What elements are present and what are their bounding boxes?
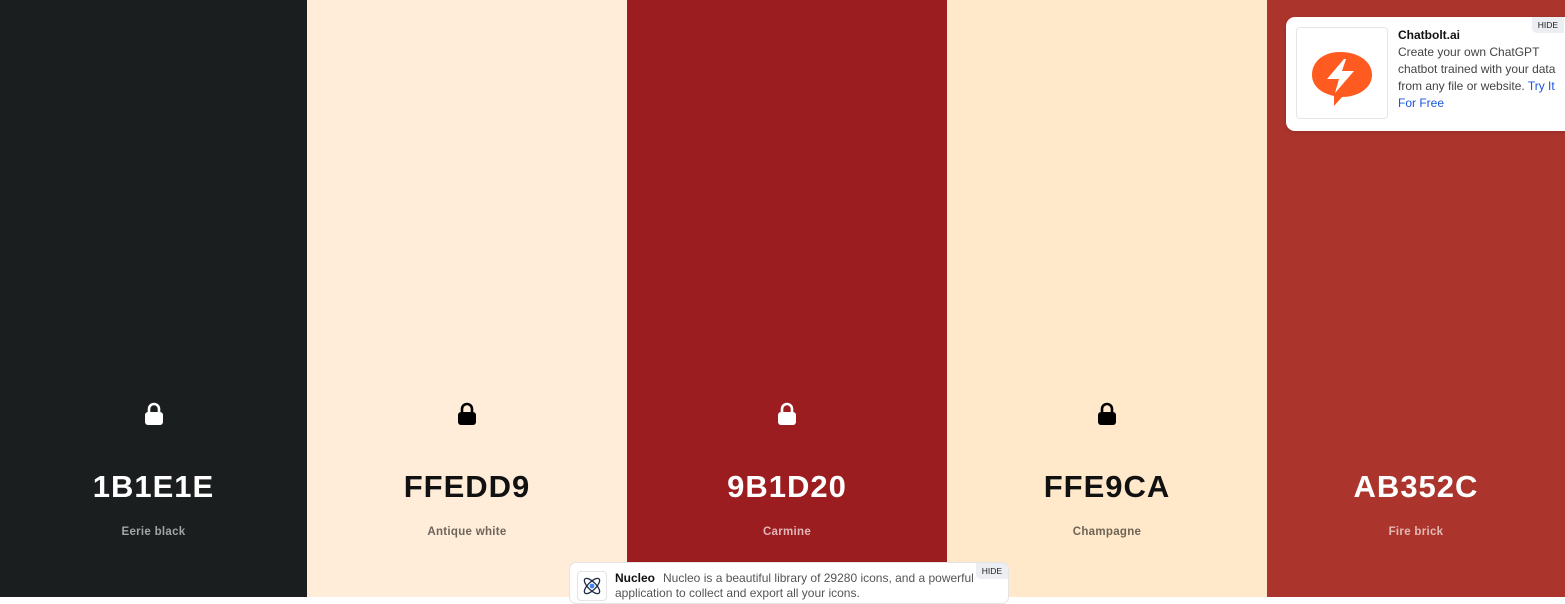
- color-name: Eerie black: [121, 526, 186, 538]
- bar-hide-button[interactable]: HIDE: [975, 563, 1008, 579]
- ad-body: Create your own ChatGPT chatbot trained …: [1398, 44, 1558, 112]
- swatch-carmine[interactable]: 9B1D20 Carmine: [627, 0, 947, 597]
- lock-icon[interactable]: [144, 402, 164, 426]
- ad-hide-button[interactable]: HIDE: [1531, 17, 1564, 33]
- chatbolt-logo-box[interactable]: [1296, 27, 1388, 119]
- color-name: Fire brick: [1388, 526, 1444, 538]
- swatch-antique-white[interactable]: FFEDD9 Antique white: [307, 0, 627, 597]
- hex-code[interactable]: AB352C: [1267, 468, 1565, 506]
- color-name: Antique white: [427, 526, 507, 538]
- swatch-eerie-black[interactable]: 1B1E1E Eerie black: [0, 0, 307, 597]
- nucleo-atom-icon: [583, 577, 601, 595]
- lock-icon[interactable]: [457, 402, 477, 426]
- hex-code[interactable]: FFE9CA: [947, 468, 1267, 506]
- hex-code[interactable]: 1B1E1E: [0, 468, 307, 506]
- nucleo-title: Nucleo: [615, 571, 656, 585]
- hex-code[interactable]: FFEDD9: [307, 468, 627, 506]
- lock-icon[interactable]: [777, 402, 797, 426]
- color-name: Carmine: [762, 526, 812, 538]
- hex-code[interactable]: 9B1D20: [627, 468, 947, 506]
- chatbolt-ad[interactable]: Chatbolt.ai Create your own ChatGPT chat…: [1286, 17, 1565, 131]
- nucleo-ad-bar[interactable]: Nucleo is a beautiful library of 29280 i…: [569, 562, 1009, 604]
- color-name: Champagne: [1072, 526, 1142, 538]
- ad-title: Chatbolt.ai: [1398, 28, 1460, 42]
- chatbolt-logo: [1312, 52, 1372, 106]
- swatch-champagne[interactable]: FFE9CA Champagne: [947, 0, 1267, 597]
- lock-icon[interactable]: [1097, 402, 1117, 426]
